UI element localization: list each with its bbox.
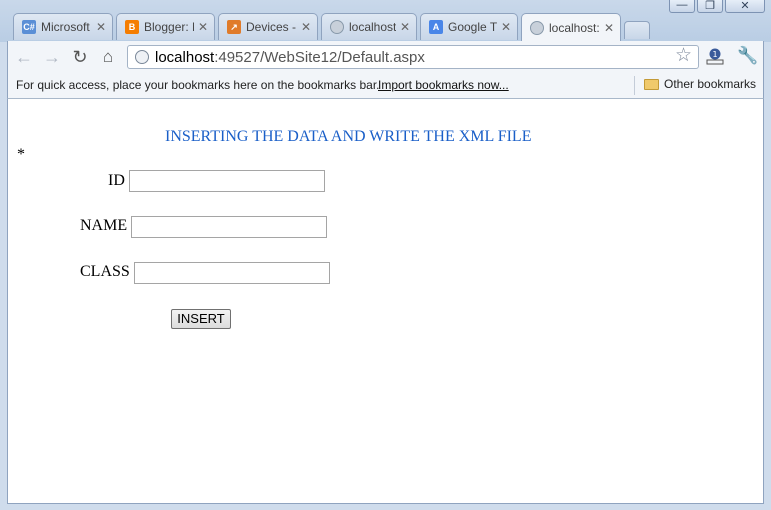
home-icon: ⌂ (102, 47, 114, 66)
tab-google-translate[interactable]: A Google Tr ✕ (420, 13, 518, 40)
address-url: localhost:49527/WebSite12/Default.aspx (155, 49, 425, 66)
tab-title: Google Tr (448, 20, 497, 34)
bookmarks-bar: For quick access, place your bookmarks h… (7, 73, 764, 99)
home-button[interactable]: ⌂ (97, 46, 119, 68)
back-arrow-icon: ← (15, 46, 33, 67)
back-button[interactable]: ← (13, 46, 35, 68)
tab-devices[interactable]: ↗ Devices - ( ✕ (218, 13, 318, 40)
globe-icon (330, 20, 344, 34)
import-bookmarks-link[interactable]: Import bookmarks now... (378, 78, 509, 92)
url-path: :49527/WebSite12/Default.aspx (214, 49, 425, 66)
url-host: localhost (155, 49, 215, 66)
tab-microsoft[interactable]: C# Microsoft ✕ (13, 13, 113, 40)
forward-arrow-icon: → (43, 46, 61, 67)
tab-localhost-active[interactable]: localhost:4 ✕ (521, 13, 621, 41)
close-window-icon: ✕ (740, 0, 750, 12)
window-controls: — ❐ ✕ (667, 0, 765, 14)
id-label: ID (108, 172, 125, 189)
page-globe-icon (135, 50, 149, 64)
id-input[interactable] (129, 170, 325, 192)
bookmark-star-icon[interactable]: ☆ (675, 44, 692, 67)
window-titlebar: — ❐ ✕ C# Microsoft ✕ B Blogger: N ✕ ↗ De… (0, 0, 771, 42)
other-bookmarks-button[interactable]: Other bookmarks (644, 77, 756, 91)
address-bar[interactable]: localhost:49527/WebSite12/Default.aspx (127, 45, 699, 69)
close-tab-icon[interactable]: ✕ (301, 20, 311, 34)
forward-button[interactable]: → (41, 46, 63, 68)
tab-title: Blogger: N (144, 20, 194, 34)
restore-button[interactable]: ❐ (697, 0, 723, 13)
close-tab-icon[interactable]: ✕ (501, 20, 511, 34)
minimize-icon: — (676, 0, 688, 11)
tab-title: localhost: (349, 20, 396, 34)
wrench-icon[interactable]: 🔧 (737, 46, 758, 66)
minimize-button[interactable]: — (669, 0, 695, 13)
tab-title: localhost:4 (549, 20, 600, 35)
csharp-icon: C# (22, 20, 36, 34)
tab-title: Microsoft (41, 20, 90, 34)
svg-text:1: 1 (712, 50, 717, 59)
browser-toolbar: ← → ↻ ⌂ localhost:49527/WebSite12/Defaul… (7, 41, 764, 73)
translate-icon: A (429, 20, 443, 34)
extension-icon[interactable]: 1 (705, 47, 725, 66)
insert-button[interactable]: INSERT (171, 309, 231, 329)
close-tab-icon[interactable]: ✕ (604, 21, 614, 35)
other-bookmarks-label: Other bookmarks (664, 77, 757, 91)
tab-localhost[interactable]: localhost: ✕ (321, 13, 417, 40)
new-tab-button[interactable] (624, 21, 650, 39)
close-window-button[interactable]: ✕ (725, 0, 765, 13)
tab-strip: C# Microsoft ✕ B Blogger: N ✕ ↗ Devices … (13, 13, 650, 41)
tab-blogger[interactable]: B Blogger: N ✕ (116, 13, 215, 40)
chart-icon: ↗ (227, 20, 241, 34)
bookmarks-divider (634, 76, 635, 95)
page-content: INSERTING THE DATA AND WRITE THE XML FIL… (7, 99, 764, 504)
name-label: NAME (80, 217, 128, 234)
class-label: CLASS (80, 263, 130, 280)
reload-icon: ↻ (72, 46, 88, 67)
validation-asterisk: * (17, 146, 25, 163)
close-tab-icon[interactable]: ✕ (400, 20, 410, 34)
restore-icon: ❐ (705, 0, 715, 12)
reload-button[interactable]: ↻ (69, 46, 91, 68)
name-input[interactable] (131, 216, 327, 238)
close-tab-icon[interactable]: ✕ (96, 20, 106, 34)
page-heading: INSERTING THE DATA AND WRITE THE XML FIL… (165, 128, 532, 145)
tab-title: Devices - ( (246, 20, 297, 34)
bookmarks-hint: For quick access, place your bookmarks h… (16, 78, 380, 92)
folder-icon (644, 78, 659, 90)
class-input[interactable] (134, 262, 330, 284)
close-tab-icon[interactable]: ✕ (198, 20, 208, 34)
globe-icon (530, 20, 544, 35)
blogger-icon: B (125, 20, 139, 34)
